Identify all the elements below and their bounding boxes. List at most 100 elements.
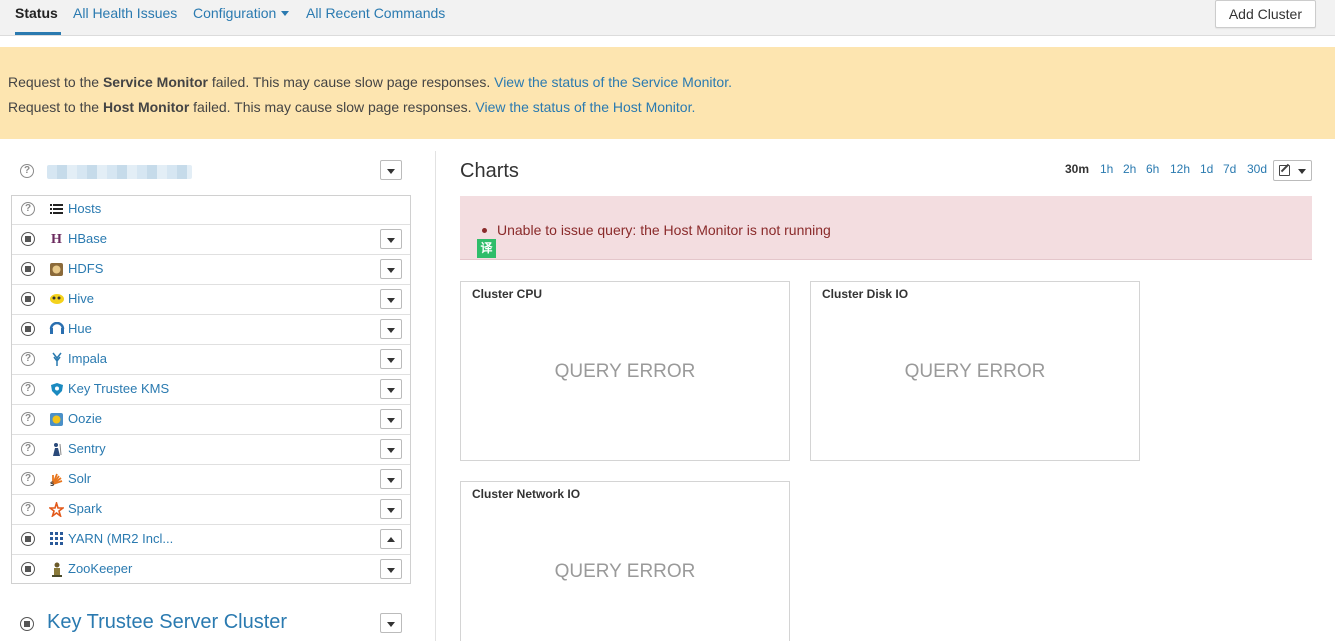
tab-all-health-issues[interactable]: All Health Issues — [73, 0, 177, 35]
list-item[interactable]: ? Oozie — [12, 404, 410, 434]
tab-configuration[interactable]: Configuration — [193, 0, 290, 35]
time-range-1h[interactable]: 1h — [1100, 162, 1113, 176]
list-item[interactable]: YARN (MR2 Incl... — [12, 524, 410, 554]
query-error-text: QUERY ERROR — [554, 561, 696, 582]
service-name[interactable]: Sentry — [68, 441, 106, 456]
service-name[interactable]: Impala — [68, 351, 107, 366]
warning-bold-text: Service Monitor — [102, 74, 208, 90]
service-actions-dropdown[interactable] — [380, 559, 402, 579]
time-range-30d[interactable]: 30d — [1247, 162, 1267, 176]
service-name[interactable]: HBase — [68, 231, 107, 246]
time-range-6h[interactable]: 6h — [1146, 162, 1159, 176]
service-name[interactable]: ZooKeeper — [68, 561, 132, 576]
service-actions-dropdown[interactable] — [380, 409, 402, 429]
warning-text: failed. This may cause slow page respons… — [207, 74, 495, 90]
service-monitor-status-link[interactable]: View the status of the Service Monitor. — [494, 74, 732, 90]
service-actions-dropdown[interactable] — [380, 379, 402, 399]
time-range-12h[interactable]: 12h — [1170, 162, 1190, 176]
second-cluster-actions-dropdown[interactable] — [380, 613, 402, 633]
impala-icon — [49, 352, 64, 367]
oozie-icon — [49, 412, 64, 427]
warning-bold-text: Host Monitor — [102, 99, 190, 115]
tab-all-recent-commands[interactable]: All Recent Commands — [306, 0, 445, 35]
status-unknown-icon: ? — [21, 502, 35, 516]
chart-cluster-cpu[interactable]: Cluster CPU QUERY ERROR — [460, 281, 790, 461]
list-item[interactable]: Hive — [12, 284, 410, 314]
warning-text: Request to the — [8, 74, 103, 90]
service-actions-dropdown[interactable] — [380, 229, 402, 249]
cluster-name-redacted[interactable] — [47, 165, 192, 179]
service-monitor-warning: Request to the Service Monitor failed. T… — [8, 74, 732, 90]
service-actions-dropdown[interactable] — [380, 289, 402, 309]
status-unknown-icon: ? — [21, 412, 35, 426]
status-unknown-icon: ? — [21, 472, 35, 486]
cluster-actions-dropdown[interactable] — [380, 160, 402, 180]
service-actions-dropdown[interactable] — [380, 439, 402, 459]
list-item[interactable]: ? Key Trustee KMS — [12, 374, 410, 404]
query-error-text: QUERY ERROR — [554, 361, 696, 382]
chevron-down-icon — [281, 10, 290, 16]
charts-heading: Charts — [460, 160, 519, 182]
service-name[interactable]: Spark — [68, 501, 102, 516]
status-stopped-icon — [21, 322, 35, 336]
hosts-list-icon — [49, 203, 64, 218]
hive-icon — [49, 292, 64, 307]
chart-cluster-network-io[interactable]: Cluster Network IO QUERY ERROR — [460, 481, 790, 641]
status-stopped-icon — [21, 292, 35, 306]
service-actions-dropdown[interactable] — [380, 259, 402, 279]
add-cluster-button[interactable]: Add Cluster — [1214, 0, 1316, 28]
key-trustee-icon — [49, 382, 64, 397]
key-trustee-server-cluster-link[interactable]: Key Trustee Server Cluster — [47, 611, 287, 634]
service-name[interactable]: Hive — [68, 291, 94, 306]
column-divider — [435, 151, 436, 641]
tab-status[interactable]: Status — [15, 0, 61, 35]
list-item[interactable]: ZooKeeper — [12, 554, 410, 584]
list-item[interactable]: ? Sentry — [12, 434, 410, 464]
list-item[interactable]: ? S Solr — [12, 464, 410, 494]
host-monitor-status-link[interactable]: View the status of the Host Monitor. — [475, 99, 695, 115]
hbase-icon: H — [51, 232, 62, 247]
time-range-30m[interactable]: 30m — [1065, 162, 1089, 176]
warning-text: failed. This may cause slow page respons… — [189, 99, 476, 115]
zookeeper-icon — [49, 562, 64, 577]
service-name[interactable]: Key Trustee KMS — [68, 381, 169, 396]
chart-cluster-disk-io[interactable]: Cluster Disk IO QUERY ERROR — [810, 281, 1140, 461]
service-name[interactable]: Solr — [68, 471, 91, 486]
edit-charts-button[interactable] — [1273, 160, 1312, 181]
list-item[interactable]: H HBase — [12, 224, 410, 254]
translate-icon[interactable]: 译 — [477, 239, 496, 258]
service-name[interactable]: Oozie — [68, 411, 102, 426]
top-navigation: Status All Health Issues Configuration A… — [0, 0, 1335, 36]
time-range-1d[interactable]: 1d — [1200, 162, 1213, 176]
sentry-icon — [49, 442, 64, 457]
service-name[interactable]: Hosts — [68, 201, 101, 216]
warning-text: Request to the — [8, 99, 103, 115]
edit-icon — [1279, 165, 1290, 176]
time-range-7d[interactable]: 7d — [1223, 162, 1236, 176]
list-item[interactable]: ? Hosts — [12, 196, 410, 224]
service-name[interactable]: YARN (MR2 Incl... — [68, 531, 173, 546]
list-item[interactable]: HDFS — [12, 254, 410, 284]
time-range-2h[interactable]: 2h — [1123, 162, 1136, 176]
hue-icon — [49, 321, 65, 337]
query-error-text: QUERY ERROR — [904, 361, 1046, 382]
hdfs-icon — [49, 262, 64, 277]
service-name[interactable]: Hue — [68, 321, 92, 336]
list-item[interactable]: Hue — [12, 314, 410, 344]
service-actions-dropdown[interactable] — [380, 319, 402, 339]
yarn-icon — [49, 532, 64, 547]
service-actions-dropdown[interactable] — [380, 529, 402, 549]
chart-title: Cluster Network IO — [472, 487, 581, 501]
list-item[interactable]: ? Impala — [12, 344, 410, 374]
bullet-icon — [482, 228, 487, 233]
service-actions-dropdown[interactable] — [380, 499, 402, 519]
chart-title: Cluster CPU — [472, 287, 543, 301]
status-unknown-icon: ? — [21, 382, 35, 396]
service-actions-dropdown[interactable] — [380, 349, 402, 369]
status-stopped-icon — [21, 562, 35, 576]
status-stopped-icon — [21, 532, 35, 546]
solr-icon: S — [49, 472, 64, 488]
service-actions-dropdown[interactable] — [380, 469, 402, 489]
list-item[interactable]: ? Spark — [12, 494, 410, 524]
service-name[interactable]: HDFS — [68, 261, 103, 276]
